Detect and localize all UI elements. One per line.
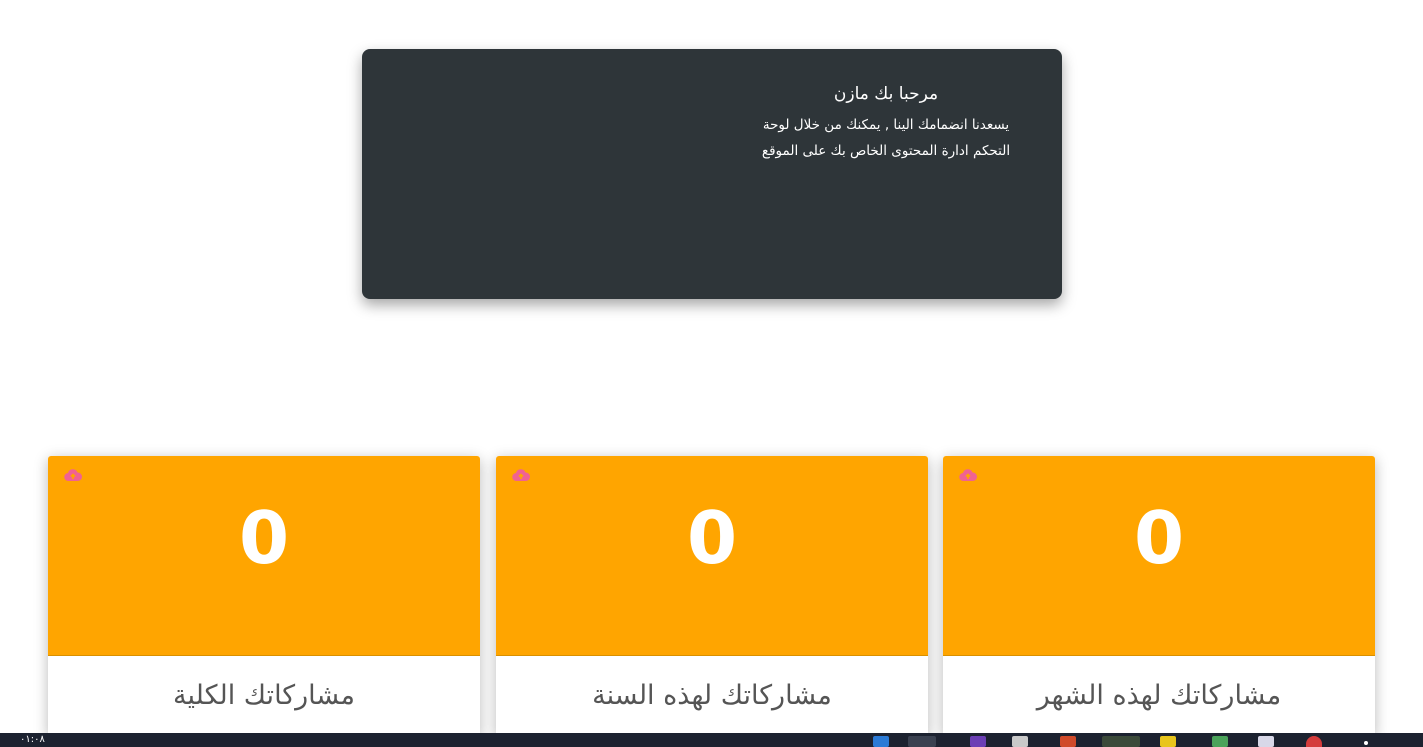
chrome-icon[interactable] (1212, 736, 1228, 747)
stat-value: 0 (1133, 496, 1185, 580)
cloud-upload-icon (512, 469, 530, 482)
office-icon[interactable] (1060, 736, 1076, 747)
stat-card-year[interactable]: 0 مشاركاتك لهذه السنة (496, 456, 928, 736)
app-icon[interactable] (1258, 736, 1274, 747)
cloud-upload-icon (64, 469, 82, 482)
dashboard-page: مرحبا بك مازن يسعدنا انضمامك الينا , يمك… (0, 0, 1423, 747)
stat-card-header: 0 (48, 456, 480, 656)
stat-value: 0 (686, 496, 738, 580)
app-icon[interactable] (1160, 736, 1176, 747)
notification-dot (1364, 741, 1368, 745)
stat-card-header: 0 (943, 456, 1375, 656)
app-icon[interactable] (1012, 736, 1028, 747)
welcome-title: مرحبا بك مازن (833, 84, 939, 104)
taskbar-clock[interactable]: ٠١:٠٨ (20, 734, 45, 746)
stat-card-month[interactable]: 0 مشاركاتك لهذه الشهر (943, 456, 1375, 736)
welcome-message: يسعدنا انضمامك الينا , يمكنك من خلال لوح… (761, 117, 1011, 159)
app-icon[interactable] (970, 736, 986, 747)
edge-icon[interactable] (873, 736, 889, 747)
app-icon[interactable] (1306, 736, 1322, 747)
stat-label: مشاركاتك الكلية (173, 680, 355, 711)
stat-value: 0 (238, 496, 290, 580)
welcome-text-block: مرحبا بك مازن يسعدنا انضمامك الينا , يمك… (745, 82, 1027, 164)
stat-label: مشاركاتك لهذه الشهر (1036, 680, 1282, 711)
stat-card-total[interactable]: 0 مشاركاتك الكلية (48, 456, 480, 736)
taskbar: ٠١:٠٨ (0, 733, 1423, 747)
active-app-icon[interactable] (908, 736, 936, 747)
stat-card-header: 0 (496, 456, 928, 656)
cloud-upload-icon (959, 469, 977, 482)
stat-label: مشاركاتك لهذه السنة (592, 680, 832, 711)
app-icon[interactable] (1102, 736, 1140, 747)
